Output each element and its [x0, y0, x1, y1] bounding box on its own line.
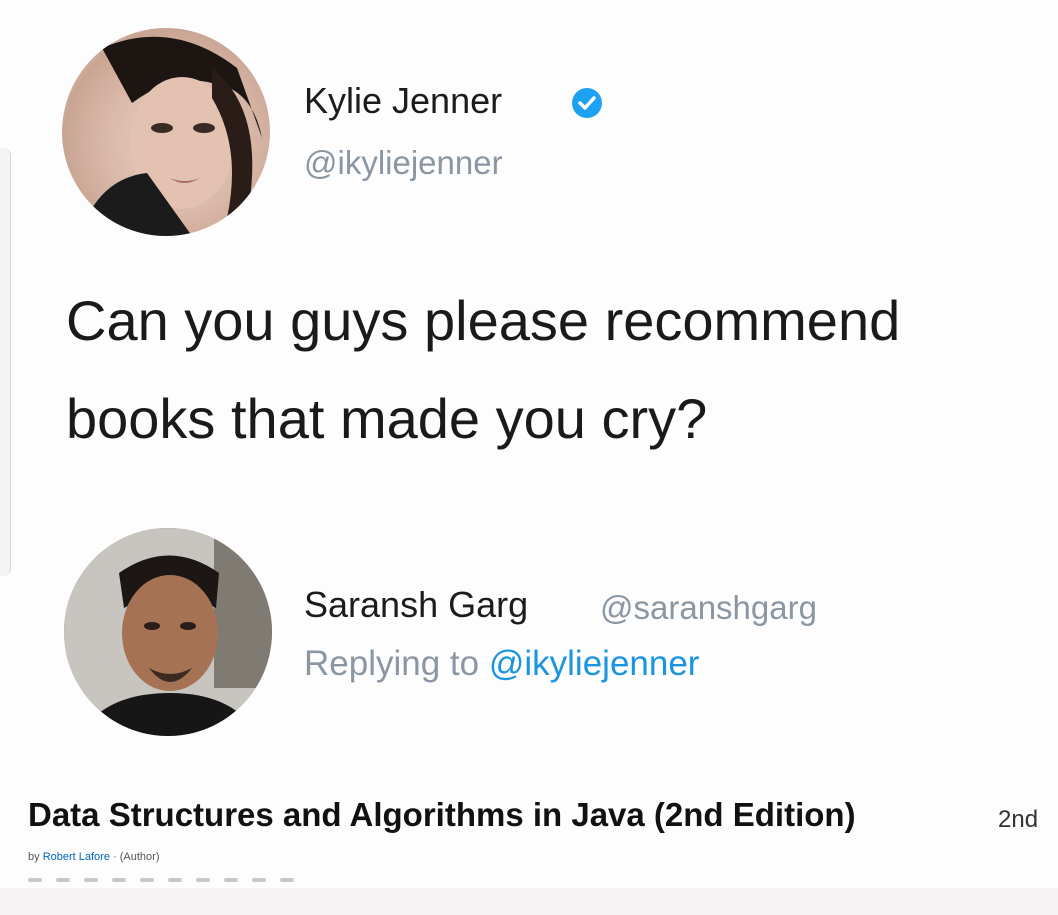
reply-author-name[interactable]: Saransh Garg — [304, 584, 528, 626]
reply-author-handle[interactable]: @saranshgarg — [600, 589, 817, 627]
replying-to-mention-link[interactable]: @ikyliejenner — [489, 644, 700, 683]
bottom-band — [0, 888, 1058, 915]
star-icon — [112, 878, 126, 882]
verified-badge-icon — [572, 88, 602, 118]
saransh-avatar-image — [64, 528, 272, 736]
star-icon — [280, 878, 294, 882]
tweet-text-line-2: books that made you cry? — [66, 387, 708, 450]
star-icon — [224, 878, 238, 882]
kylie-avatar-image — [82, 36, 262, 236]
side-panel-edge — [0, 148, 11, 576]
book-title[interactable]: Data Structures and Algorithms in Java (… — [28, 796, 856, 834]
tweet-text-line-1: Can you guys please recommend — [66, 289, 901, 352]
star-icon — [28, 878, 42, 882]
saransh-avatar[interactable] — [64, 528, 272, 736]
replying-prefix: Replying to — [304, 644, 480, 683]
book-byline: by Robert Lafore · (Author) — [28, 851, 160, 863]
star-icon — [196, 878, 210, 882]
tweet-author-handle[interactable]: @ikyliejenner — [304, 144, 503, 182]
star-icon — [140, 878, 154, 882]
book-edition: 2nd — [998, 806, 1039, 833]
star-icon — [168, 878, 182, 882]
star-icon — [56, 878, 70, 882]
byline-prefix: by — [28, 851, 40, 863]
replying-to-line: Replying to @ikyliejenner — [304, 644, 699, 684]
rating-stars-row — [28, 878, 368, 884]
tweet-text: Can you guys please recommend books that… — [66, 272, 1056, 468]
book-author-role: (Author) — [119, 851, 160, 863]
star-icon — [84, 878, 98, 882]
book-author-link[interactable]: Robert Lafore — [43, 851, 110, 863]
kylie-avatar[interactable] — [62, 28, 270, 236]
tweet-author-name[interactable]: Kylie Jenner — [304, 80, 502, 122]
star-icon — [252, 878, 266, 882]
